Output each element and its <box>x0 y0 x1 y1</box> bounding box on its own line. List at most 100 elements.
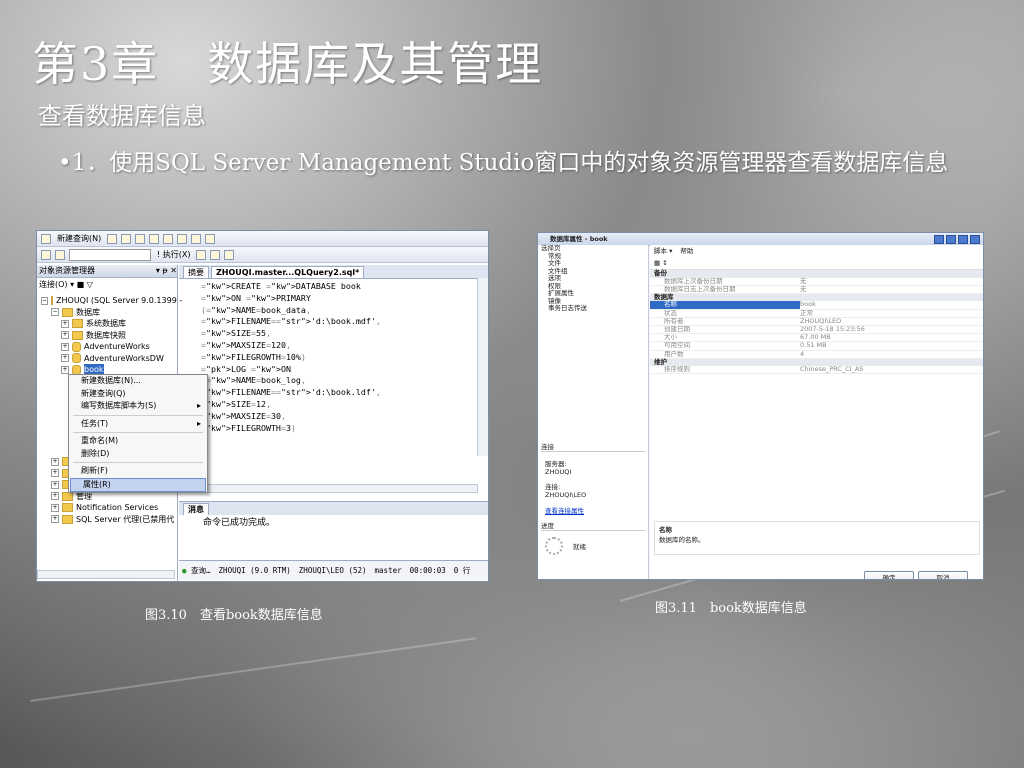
editor-vscroll[interactable] <box>477 278 488 456</box>
tree-node[interactable]: + 数据库快照 <box>41 330 175 342</box>
editor-hscroll[interactable] <box>179 484 478 493</box>
open-icon[interactable] <box>163 233 174 244</box>
expand-icon[interactable]: + <box>61 354 69 363</box>
close-icon[interactable] <box>970 235 980 244</box>
property-row[interactable]: 用户数 4 <box>650 351 983 359</box>
connect-button[interactable]: 连接(O) <box>39 280 68 289</box>
code-line: ="kw">FILEGROWTH=3) <box>201 422 296 433</box>
new-query-button[interactable]: 新建查询(N) <box>55 233 103 244</box>
menu-item-label: 任务(T) <box>81 418 109 428</box>
tree-node[interactable]: + AdventureWorks <box>41 341 175 353</box>
expand-icon[interactable]: + <box>61 331 69 340</box>
property-value: 0.51 MB <box>800 342 827 350</box>
code-line: ="kw">MAXSIZE=120, <box>201 339 291 350</box>
toolbar-icon[interactable] <box>135 233 146 244</box>
script-button[interactable]: 脚本 <box>654 247 667 255</box>
property-row[interactable]: 可用空间 0.51 MB <box>650 342 983 351</box>
code-line: ="kw">CREATE ="kw">DATABASE book <box>201 281 361 291</box>
check-icon: ● <box>182 566 187 575</box>
filter-icon[interactable]: ▾ ■ ▽ <box>70 280 93 289</box>
context-menu: 新建数据库(N)... 新建查询(Q) 编写数据库脚本为(S) ▸ 任务(T) ▸ 重命名(… <box>68 374 208 493</box>
property-category[interactable]: 维护 <box>650 358 983 367</box>
tree-node[interactable]: − 数据库 <box>41 307 175 319</box>
folder-icon <box>62 307 73 317</box>
toolbar-icon[interactable] <box>210 249 221 260</box>
expand-icon[interactable]: + <box>51 480 59 489</box>
property-row[interactable]: 名称 book <box>650 301 983 310</box>
context-menu-item[interactable]: 重命名(M) <box>69 435 207 448</box>
toolbar-icon[interactable] <box>196 249 207 260</box>
view-connection-link[interactable]: 查看连接属性 <box>541 505 645 515</box>
cancel-button[interactable]: 取消 <box>918 571 968 579</box>
submenu-arrow-icon: ▸ <box>196 418 201 428</box>
expand-icon[interactable]: + <box>51 503 59 512</box>
context-menu-item[interactable]: 属性(R) <box>70 477 206 492</box>
database-icon <box>72 353 81 364</box>
context-menu-item[interactable]: 任务(T) ▸ <box>69 418 207 431</box>
property-row[interactable]: 大小 67.00 MB <box>650 334 983 343</box>
ready-label: 就绪 <box>573 543 586 551</box>
caption-left: 图3.10 查看book数据库信息 <box>145 608 323 623</box>
toolbar-icon[interactable] <box>121 233 132 244</box>
context-menu-item[interactable]: 新建查询(Q) <box>69 388 207 401</box>
maximize-icon[interactable] <box>958 235 968 244</box>
categorized-icon[interactable]: ▦ <box>654 259 660 267</box>
folder-icon <box>51 296 54 306</box>
context-menu-item[interactable]: 编写数据库脚本为(S) ▸ <box>69 400 207 413</box>
property-row[interactable]: 状态 正常 <box>650 310 983 318</box>
expand-icon[interactable]: + <box>51 469 59 478</box>
help-button[interactable]: 帮助 <box>680 247 693 255</box>
database-select[interactable] <box>69 248 151 261</box>
toolbar-icon[interactable] <box>41 249 51 260</box>
toolbar-icon[interactable] <box>107 233 118 244</box>
expand-icon[interactable]: − <box>41 296 49 305</box>
tree-node[interactable]: + 系统数据库 <box>41 318 175 330</box>
connection-label: 连接: <box>545 483 561 491</box>
expand-icon[interactable]: + <box>51 515 59 524</box>
context-menu-item[interactable]: 新建数据库(N)... <box>69 375 207 388</box>
tab-query[interactable]: ZHOUQI.master...QLQuery2.sql* <box>211 266 365 278</box>
ok-button[interactable]: 确定 <box>864 571 914 579</box>
save-icon[interactable] <box>177 233 188 244</box>
expand-icon[interactable]: + <box>51 457 59 466</box>
expand-icon[interactable]: + <box>61 342 69 351</box>
property-category[interactable]: 备份 <box>650 269 983 278</box>
context-menu-item[interactable]: 刷新(F) <box>69 465 207 478</box>
tab-messages[interactable]: 消息 <box>183 503 209 515</box>
property-category[interactable]: 数据库 <box>650 293 983 302</box>
sql-code[interactable]: ="kw">CREATE ="kw">DATABASE book ="kw">ON… <box>179 279 488 469</box>
alphabetical-icon[interactable]: ↕ <box>662 259 667 267</box>
bg-line <box>29 637 476 702</box>
help-icon[interactable] <box>934 235 944 244</box>
context-menu-item[interactable]: 删除(D) <box>69 448 207 461</box>
expand-icon[interactable]: + <box>51 492 59 501</box>
code-line: ="kw">ON ="kw">PRIMARY <box>201 292 311 303</box>
explorer-hscroll[interactable] <box>37 570 175 579</box>
tree-node[interactable]: + AdventureWorksDW <box>41 353 175 365</box>
expand-icon[interactable]: − <box>51 308 59 317</box>
page-item[interactable]: 事务日志传送 <box>538 304 648 313</box>
property-row[interactable]: 排序规则 Chinese_PRC_CI_AS <box>650 366 983 375</box>
menu-item-label: 重命名(M) <box>81 436 119 445</box>
property-row[interactable]: 所有者 ZHOUQI\LEO <box>650 318 983 326</box>
toolbar-icon[interactable] <box>191 233 202 244</box>
toolbar-icon[interactable] <box>149 233 160 244</box>
property-row[interactable]: 数据库日志上次备份日期 无 <box>650 286 983 294</box>
tree-node[interactable]: + Notification Services <box>41 502 175 514</box>
expand-icon[interactable]: + <box>61 365 69 374</box>
toolbar-icon[interactable] <box>205 233 216 244</box>
expand-icon[interactable]: + <box>61 319 69 328</box>
menu-item-label: 刷新(F) <box>81 466 108 475</box>
pane-controls-icon[interactable]: ▾ ᵽ ✕ <box>156 265 177 277</box>
tree-node[interactable]: + SQL Server 代理(已禁用代 <box>41 514 175 526</box>
tree-node[interactable]: − ZHOUQI (SQL Server 9.0.1399 - <box>41 295 182 307</box>
tab-summary[interactable]: 摘要 <box>183 266 209 278</box>
toolbar-icon[interactable] <box>224 249 235 260</box>
minimize-icon[interactable] <box>946 235 956 244</box>
code-line: ="kw">FILENAME=="str">'d:\book.ldf', <box>201 387 381 398</box>
property-row[interactable]: 创建日期 2007-5-18 15:23:56 <box>650 326 983 335</box>
execute-button[interactable]: ! 执行(X) <box>155 249 192 260</box>
property-row[interactable]: 数据库上次备份日期 无 <box>650 278 983 286</box>
toolbar-icon[interactable] <box>55 249 65 260</box>
menu-separator <box>73 414 203 416</box>
